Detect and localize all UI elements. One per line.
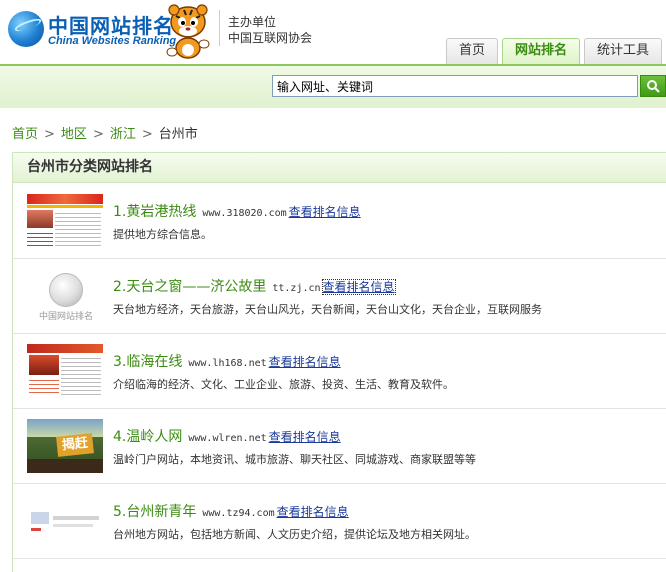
site-description: 台州地方网站，包括地方新闻、人文历史介绍，提供论坛及地方相关网址。 xyxy=(113,528,476,541)
sponsor-org[interactable]: 中国互联网协会 xyxy=(228,30,312,46)
item-title-row: 3.临海在线 www.lh168.net 查看排名信息 xyxy=(113,351,341,371)
site-name-link[interactable]: 5.台州新青年 xyxy=(113,504,196,520)
breadcrumb-province[interactable]: 浙江 xyxy=(110,127,136,142)
breadcrumb-current: 台州市 xyxy=(158,127,198,142)
thumbnail-caption: 中国网站排名 xyxy=(38,312,93,322)
site-url: www.lh168.net xyxy=(188,358,267,369)
logo-subtitle: China Websites Ranking xyxy=(48,35,177,47)
site-logo[interactable]: 中国网站排名 China Websites Ranking xyxy=(8,8,176,50)
tab-home[interactable]: 首页 xyxy=(445,38,498,64)
ranking-panel: 台州市分类网站排名 1.黄岩港热线 www.318020.com 查看排名信息 提供… xyxy=(12,152,666,572)
site-url: www.tz94.com xyxy=(202,508,275,519)
chevron-right-icon: > xyxy=(44,127,55,142)
site-description: 温岭门户网站，本地资讯、城市旅游、聊天社区、同城游戏、商家联盟等等 xyxy=(113,453,476,466)
thumbnail-caption: 揭赶 xyxy=(56,433,94,457)
view-rank-link[interactable]: 查看排名信息 xyxy=(277,505,349,519)
main-nav-tabs: 首页 网站排名 统计工具 xyxy=(445,36,666,64)
tiger-mascot-icon xyxy=(166,4,210,59)
list-item: 5.台州新青年 www.tz94.com 查看排名信息 台州地方网站，包括地方新闻、… xyxy=(13,484,666,559)
item-title-row: 4.温岭人网 www.wlren.net 查看排名信息 xyxy=(113,426,341,446)
site-thumbnail[interactable]: 揭赶 xyxy=(27,419,103,473)
list-item: 中国网站排名 2.天台之窗——济公故里 tt.zj.cn 查看排名信息 天台地方经济… xyxy=(13,259,666,334)
breadcrumb-home[interactable]: 首页 xyxy=(12,127,38,142)
view-rank-link[interactable]: 查看排名信息 xyxy=(321,279,396,295)
site-thumbnail[interactable] xyxy=(27,344,103,398)
sponsor-info: 主办单位 中国互联网协会 xyxy=(228,14,312,46)
site-description: 介绍临海的经济、文化、工业企业、旅游、投资、生活、教育及软件。 xyxy=(113,378,454,391)
breadcrumb-region[interactable]: 地区 xyxy=(61,127,87,142)
list-item: 揭赶 4.温岭人网 www.wlren.net 查看排名信息 温岭门户网站，本地资讯… xyxy=(13,409,666,484)
list-item: 1.黄岩港热线 www.318020.com 查看排名信息 提供地方综合信息。 xyxy=(13,184,666,259)
search-icon xyxy=(647,80,660,93)
site-thumbnail[interactable] xyxy=(27,194,103,248)
site-name-link[interactable]: 3.临海在线 xyxy=(113,354,182,370)
view-rank-link[interactable]: 查看排名信息 xyxy=(269,355,341,369)
tab-website-ranking[interactable]: 网站排名 xyxy=(501,38,580,64)
site-thumbnail[interactable] xyxy=(27,494,103,548)
placeholder-globe-icon xyxy=(49,273,83,307)
item-title-row: 5.台州新青年 www.tz94.com 查看排名信息 xyxy=(113,501,349,521)
chevron-right-icon: > xyxy=(92,127,104,142)
globe-logo-icon xyxy=(8,11,44,47)
search-button[interactable] xyxy=(640,75,666,97)
breadcrumb: 首页 > 地区 > 浙江 > 台州市 xyxy=(12,123,198,142)
search-input[interactable] xyxy=(272,75,638,97)
site-name-link[interactable]: 4.温岭人网 xyxy=(113,429,182,445)
tab-stats-tools[interactable]: 统计工具 xyxy=(583,38,662,64)
site-url: tt.zj.cn xyxy=(272,283,321,294)
list-item: 3.临海在线 www.lh168.net 查看排名信息 介绍临海的经济、文化、工业企… xyxy=(13,334,666,409)
view-rank-link[interactable]: 查看排名信息 xyxy=(269,430,341,444)
site-name-link[interactable]: 2.天台之窗——济公故里 xyxy=(113,279,266,295)
site-description: 天台地方经济，天台旅游，天台山风光，天台新闻，天台山文化，天台企业，互联网服务 xyxy=(113,303,542,316)
view-rank-link[interactable]: 查看排名信息 xyxy=(289,205,361,219)
panel-title: 台州市分类网站排名 xyxy=(13,153,666,183)
site-url: www.318020.com xyxy=(202,208,287,219)
sponsor-label: 主办单位 xyxy=(228,15,277,29)
site-header: 中国网站排名 China Websites Ranking 主办单位 中国互联网… xyxy=(0,0,666,64)
site-description: 提供地方综合信息。 xyxy=(113,228,212,241)
header-divider xyxy=(219,10,220,46)
chevron-right-icon: > xyxy=(141,127,153,142)
item-title-row: 1.黄岩港热线 www.318020.com 查看排名信息 xyxy=(113,201,361,221)
site-url: www.wlren.net xyxy=(188,433,267,444)
search-bar xyxy=(0,64,666,108)
site-thumbnail[interactable]: 中国网站排名 xyxy=(27,269,103,323)
item-title-row: 2.天台之窗——济公故里 tt.zj.cn 查看排名信息 xyxy=(113,276,396,296)
site-name-link[interactable]: 1.黄岩港热线 xyxy=(113,204,196,220)
